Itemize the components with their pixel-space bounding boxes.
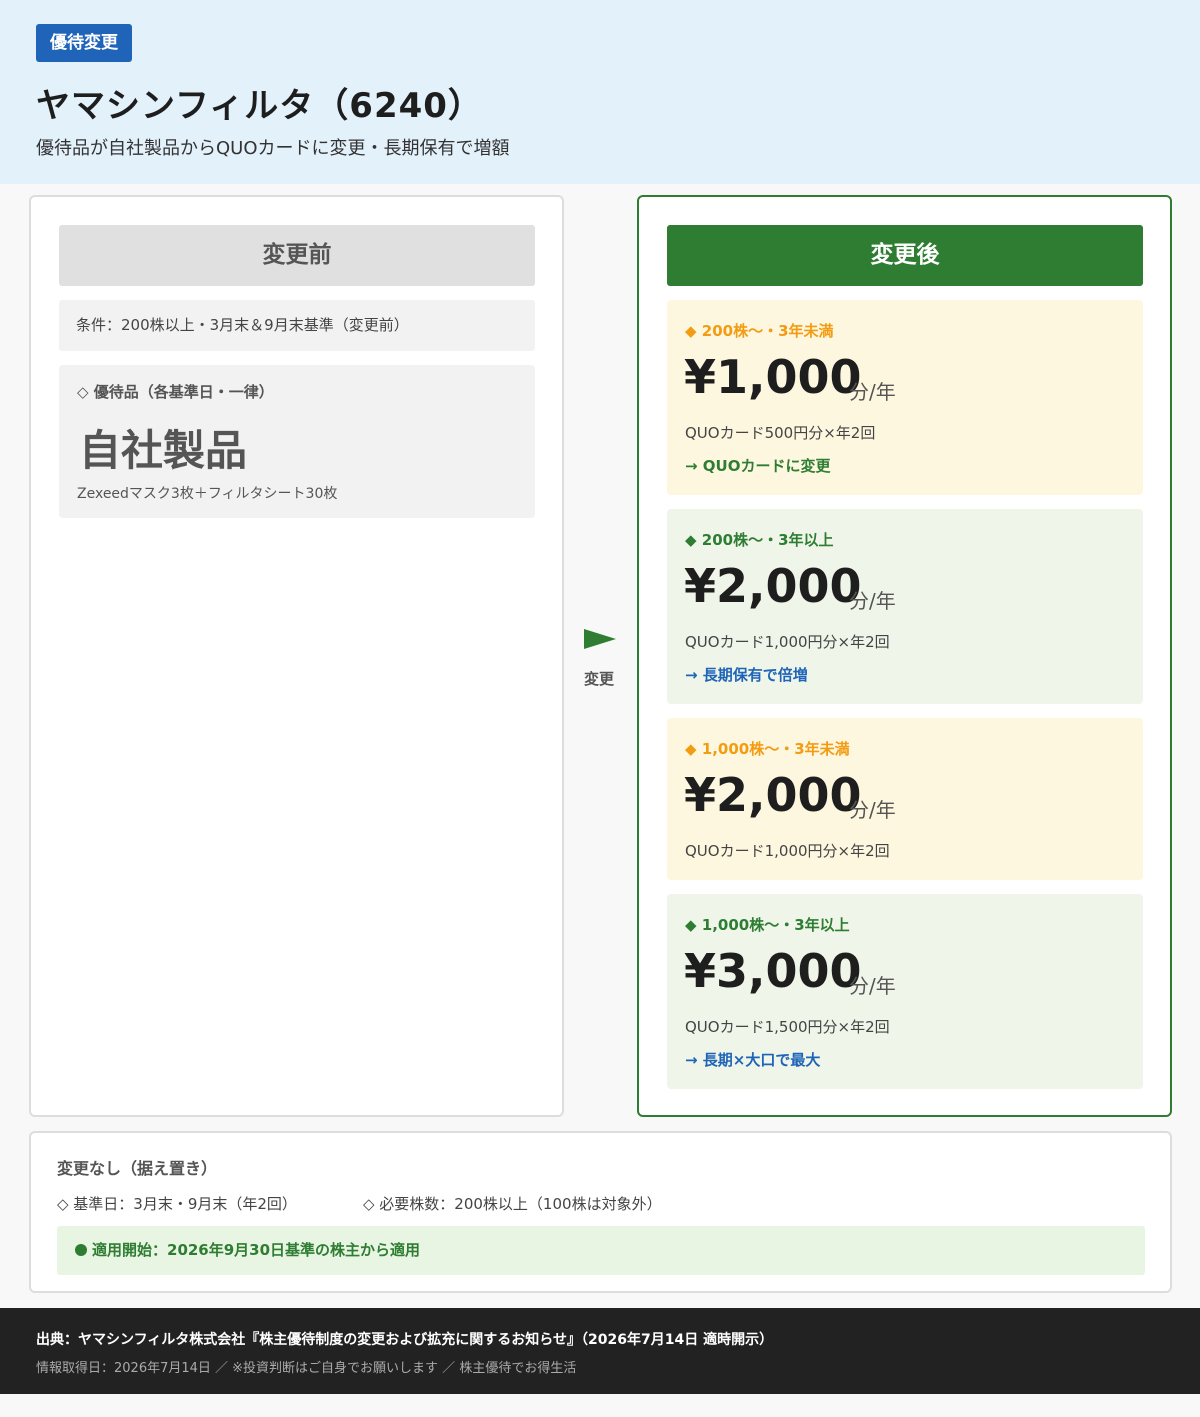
tier-note: → 長期×大口で最大 [685, 1051, 821, 1069]
tier-detail: QUOカード500円分×年2回 [685, 424, 876, 442]
arrow-label: 変更 [584, 670, 615, 688]
tier-label: ◆ 200株〜・3年以上 [685, 531, 834, 549]
before-benefit-box: ◇ 優待品（各基準日・一律） 自社製品 Zexeedマスク3枚＋フィルタシート3… [59, 365, 535, 518]
unchanged-title: 変更なし（据え置き） [57, 1159, 218, 1178]
tier-card-4: ◆ 1,000株〜・3年以上 ¥3,000 分/年 QUOカード1,500円分×… [667, 894, 1143, 1089]
tier-card-3: ◆ 1,000株〜・3年未満 ¥2,000 分/年 QUOカード1,000円分×… [667, 718, 1143, 880]
change-badge: 優待変更 [36, 24, 132, 62]
footer-info: 情報取得日：2026年7月14日 ／ ※投資判断はご自身でお願いします ／ 株主… [36, 1361, 577, 1376]
start-date-banner: 適用開始：2026年9月30日基準の株主から適用 [57, 1226, 1145, 1275]
before-item-name: 自社製品 [79, 426, 248, 475]
before-heading: 変更前 [59, 225, 535, 286]
tier-detail: QUOカード1,500円分×年2回 [685, 1018, 890, 1036]
tier-card-1: ◆ 200株〜・3年未満 ¥1,000 分/年 QUOカード500円分×年2回 … [667, 300, 1143, 495]
before-item-label: ◇ 優待品（各基準日・一律） [77, 383, 274, 401]
tier-note: → QUOカードに変更 [685, 457, 831, 475]
tier-detail: QUOカード1,000円分×年2回 [685, 633, 890, 651]
tier-amount: ¥2,000 [684, 768, 862, 822]
unchanged-section: 変更なし（据え置き） ◇ 基準日：3月末・9月末（年2回） ◇ 必要株数：200… [29, 1131, 1172, 1293]
tier-amount: ¥2,000 [684, 559, 862, 613]
tier-detail: QUOカード1,000円分×年2回 [685, 842, 890, 860]
tier-unit: 分/年 [849, 589, 896, 613]
tier-label: ◆ 1,000株〜・3年未満 [685, 740, 850, 758]
tier-card-2: ◆ 200株〜・3年以上 ¥2,000 分/年 QUOカード1,000円分×年2… [667, 509, 1143, 704]
arrow-right-icon [584, 629, 616, 649]
page-header: 優待変更 ヤマシンフィルタ（6240） 優待品が自社製品からQUOカードに変更・… [0, 0, 1200, 184]
tier-amount: ¥1,000 [684, 350, 862, 404]
tier-unit: 分/年 [849, 974, 896, 998]
before-item-desc: Zexeedマスク3枚＋フィルタシート30枚 [77, 486, 338, 502]
before-panel: 変更前 条件：200株以上・3月末＆9月末基準（変更前） ◇ 優待品（各基準日・… [29, 195, 564, 1117]
tier-unit: 分/年 [849, 798, 896, 822]
record-date-item: ◇ 基準日：3月末・9月末（年2回） [57, 1195, 297, 1213]
circle-dot-icon [75, 1244, 87, 1256]
source-citation: 出典：ヤマシンフィルタ株式会社『株主優待制度の変更および拡充に関するお知らせ』（… [36, 1332, 774, 1348]
tier-note: → 長期保有で倍増 [685, 666, 808, 684]
tier-unit: 分/年 [849, 380, 896, 404]
after-heading: 変更後 [667, 225, 1143, 286]
page-footer: 出典：ヤマシンフィルタ株式会社『株主優待制度の変更および拡充に関するお知らせ』（… [0, 1308, 1200, 1394]
page-subtitle: 優待品が自社製品からQUOカードに変更・長期保有で増額 [36, 138, 510, 159]
before-condition: 条件：200株以上・3月末＆9月末基準（変更前） [59, 300, 535, 351]
tier-label: ◆ 200株〜・3年未満 [685, 322, 834, 340]
required-shares-item: ◇ 必要株数：200株以上（100株は対象外） [363, 1195, 662, 1213]
tier-amount: ¥3,000 [684, 944, 862, 998]
tier-label: ◆ 1,000株〜・3年以上 [685, 916, 850, 934]
start-date-text: 適用開始：2026年9月30日基準の株主から適用 [92, 1241, 421, 1259]
page-title: ヤマシンフィルタ（6240） [36, 86, 483, 126]
after-panel: 変更後 ◆ 200株〜・3年未満 ¥1,000 分/年 QUOカード500円分×… [637, 195, 1172, 1117]
